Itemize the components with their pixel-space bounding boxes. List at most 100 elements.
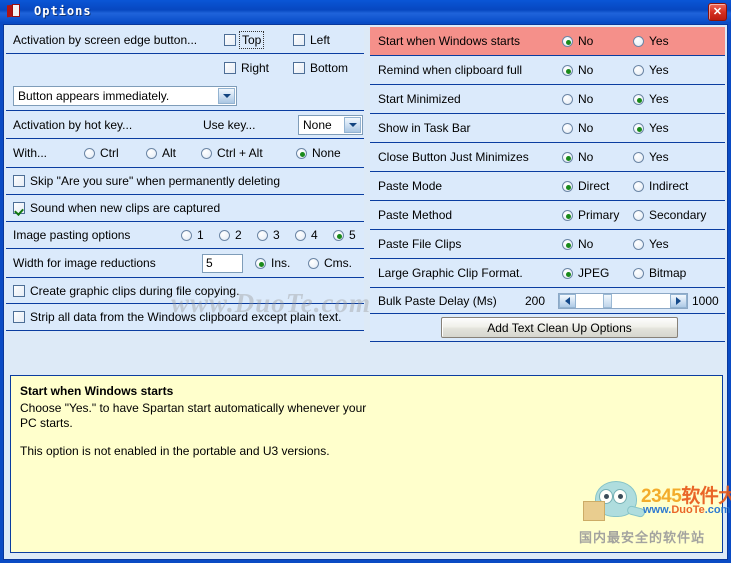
radio-method-primary[interactable]: Primary [562, 208, 619, 222]
radio-units-cms-dot[interactable] [308, 257, 319, 269]
radio-paste-2[interactable]: 2 [219, 228, 242, 242]
bulk-delay-max-label: 1000 [692, 293, 719, 308]
radio-format-bitmap-dot[interactable] [633, 267, 644, 279]
radio-remind-no[interactable]: No [562, 63, 593, 77]
radio-taskbar-yes[interactable]: Yes [633, 121, 669, 135]
radio-start-windows-no-dot[interactable] [562, 35, 573, 47]
checkbox-top[interactable]: Top [224, 31, 265, 49]
radio-start-windows-yes-dot[interactable] [633, 35, 644, 47]
radio-paste-3[interactable]: 3 [257, 228, 280, 242]
radio-close-min-no[interactable]: No [562, 150, 593, 164]
radio-file-clips-yes[interactable]: Yes [633, 237, 669, 251]
radio-units-ins[interactable]: Ins. [255, 256, 290, 270]
radio-paste-5-dot[interactable] [333, 229, 344, 241]
radio-units-cms[interactable]: Cms. [308, 256, 352, 270]
row-cleanup-button: Add Text Clean Up Options [370, 314, 725, 342]
checkbox-graphic-clips[interactable]: Create graphic clips during file copying… [13, 284, 239, 298]
radio-method-primary-dot[interactable] [562, 209, 573, 221]
add-text-cleanup-button[interactable]: Add Text Clean Up Options [441, 317, 678, 338]
radio-minimized-yes-dot[interactable] [633, 93, 644, 105]
radio-paste-4[interactable]: 4 [295, 228, 318, 242]
radio-method-secondary[interactable]: Secondary [633, 208, 706, 222]
bulk-delay-slider[interactable] [558, 292, 688, 309]
radio-file-clips-no[interactable]: No [562, 237, 593, 251]
checkbox-bottom-box[interactable] [293, 61, 305, 74]
checkbox-right[interactable]: Right [224, 61, 269, 75]
radio-remind-no-dot[interactable] [562, 64, 573, 76]
width-reductions-input[interactable]: 5 [202, 253, 243, 273]
radio-minimized-yes[interactable]: Yes [633, 92, 669, 106]
radio-start-windows-no[interactable]: No [562, 34, 593, 48]
checkbox-strip-data[interactable]: Strip all data from the Windows clipboar… [13, 310, 341, 324]
checkbox-right-box[interactable] [224, 61, 236, 74]
chevron-down-icon[interactable] [218, 87, 235, 104]
radio-ctrl-dot[interactable] [84, 147, 95, 159]
radio-paste-3-dot[interactable] [257, 229, 268, 241]
use-key-combo[interactable]: None [298, 114, 363, 135]
radio-none[interactable]: None [296, 146, 341, 160]
radio-paste-1[interactable]: 1 [181, 228, 204, 242]
radio-paste-1-dot[interactable] [181, 229, 192, 241]
radio-close-min-yes[interactable]: Yes [633, 150, 669, 164]
close-icon[interactable]: ✕ [708, 3, 727, 21]
radio-paste-direct[interactable]: Direct [562, 179, 609, 193]
slider-right-arrow-icon[interactable] [670, 293, 687, 308]
radio-ctrl-alt-dot[interactable] [201, 147, 212, 159]
radio-format-jpeg-dot[interactable] [562, 267, 573, 279]
radio-units-ins-dot[interactable] [255, 257, 266, 269]
checkbox-right-label: Right [241, 60, 270, 75]
paste-file-clips-label: Paste File Clips [378, 237, 462, 251]
radio-file-clips-no-dot[interactable] [562, 238, 573, 250]
radio-paste-indirect-dot[interactable] [633, 180, 644, 192]
radio-paste-5-label: 5 [349, 228, 356, 242]
options-window: Options ✕ Activation by screen edge butt… [0, 0, 731, 563]
slider-thumb[interactable] [603, 293, 613, 308]
radio-file-clips-yes-dot[interactable] [633, 238, 644, 250]
radio-minimized-no-dot[interactable] [562, 93, 573, 105]
slider-left-arrow-icon[interactable] [559, 293, 576, 308]
radio-paste-4-dot[interactable] [295, 229, 306, 241]
radio-taskbar-no[interactable]: No [562, 121, 593, 135]
radio-paste-indirect-label: Indirect [649, 179, 689, 193]
radio-start-windows-yes[interactable]: Yes [633, 34, 669, 48]
radio-taskbar-no-dot[interactable] [562, 122, 573, 134]
radio-ctrl[interactable]: Ctrl [84, 146, 119, 160]
row-start-minimized: Start Minimized No Yes [370, 85, 725, 114]
radio-method-secondary-dot[interactable] [633, 209, 644, 221]
radio-minimized-no-label: No [578, 92, 594, 106]
radio-format-bitmap[interactable]: Bitmap [633, 266, 686, 280]
radio-ctrl-alt[interactable]: Ctrl + Alt [201, 146, 263, 160]
radio-paste-2-dot[interactable] [219, 229, 230, 241]
checkbox-left[interactable]: Left [293, 33, 330, 47]
title-bar[interactable]: Options ✕ [0, 0, 731, 22]
radio-alt-dot[interactable] [146, 147, 157, 159]
radio-paste-indirect[interactable]: Indirect [633, 179, 688, 193]
checkbox-bottom[interactable]: Bottom [293, 61, 348, 75]
checkbox-strip-data-box[interactable] [13, 311, 25, 323]
radio-paste-5[interactable]: 5 [333, 228, 356, 242]
radio-format-jpeg[interactable]: JPEG [562, 266, 609, 280]
checkbox-sound-clips[interactable]: Sound when new clips are captured [13, 201, 220, 215]
slider-track[interactable] [576, 293, 670, 308]
button-delay-combo[interactable]: Button appears immediately. [13, 85, 237, 106]
start-with-windows-label: Start when Windows starts [378, 34, 521, 48]
checkbox-sound-clips-box[interactable] [13, 202, 25, 214]
checkbox-skip-confirm[interactable]: Skip "Are you sure" when permanently del… [13, 174, 280, 188]
radio-alt[interactable]: Alt [146, 146, 176, 160]
radio-minimized-no[interactable]: No [562, 92, 593, 106]
radio-none-dot[interactable] [296, 147, 307, 159]
radio-paste-direct-dot[interactable] [562, 180, 573, 192]
radio-close-min-no-dot[interactable] [562, 151, 573, 163]
chevron-down-icon-2[interactable] [344, 116, 361, 133]
radio-remind-yes[interactable]: Yes [633, 63, 669, 77]
checkbox-top-box[interactable] [224, 34, 236, 46]
radio-ctrl-label: Ctrl [100, 146, 119, 160]
radio-taskbar-yes-dot[interactable] [633, 122, 644, 134]
info-pane-paragraph-1: Choose "Yes." to have Spartan start auto… [20, 401, 367, 430]
checkbox-left-box[interactable] [293, 34, 305, 46]
radio-close-min-yes-dot[interactable] [633, 151, 644, 163]
checkbox-skip-confirm-box[interactable] [13, 175, 25, 187]
checkbox-graphic-clips-box[interactable] [13, 284, 25, 297]
radio-paste-direct-label: Direct [578, 179, 610, 193]
radio-remind-yes-dot[interactable] [633, 64, 644, 76]
